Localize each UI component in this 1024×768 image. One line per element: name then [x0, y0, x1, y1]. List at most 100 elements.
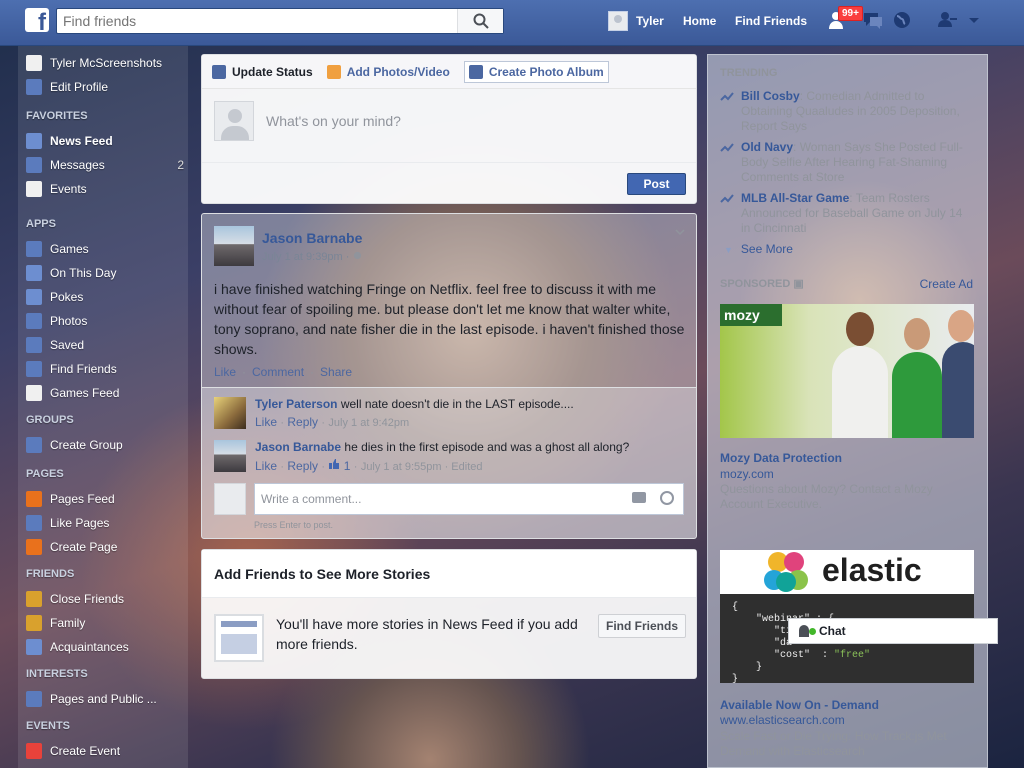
commenter-name[interactable]: Jason Barnabe: [255, 440, 341, 454]
sidebar-item-games-feed[interactable]: Games Feed: [26, 381, 184, 405]
trending-topic: Bill Cosby: [741, 89, 800, 103]
sidebar-item-profile[interactable]: Tyler McScreenshots: [26, 51, 184, 75]
sidebar-item-saved[interactable]: Saved: [26, 333, 184, 357]
sidebar-item-pages-and-public[interactable]: Pages and Public ...: [26, 687, 184, 711]
section-header-apps: APPS: [26, 218, 56, 230]
comment-input[interactable]: Write a comment...: [254, 483, 684, 515]
sidebar-item-create-page[interactable]: Create Page: [26, 535, 184, 559]
comment-link[interactable]: Comment: [252, 365, 304, 379]
trending-topic: MLB All-Star Game: [741, 191, 850, 205]
comment-reply-link[interactable]: Reply: [287, 459, 318, 473]
comment-like-count[interactable]: 1: [344, 459, 351, 473]
messages-icon: [864, 13, 882, 29]
separator: ·: [280, 461, 285, 473]
chevron-down-icon: ▼: [724, 245, 733, 255]
chat-label: Chat: [819, 624, 846, 638]
ad-image-elastic[interactable]: elastic { "webinar" : { "ti "da "cost" :…: [720, 550, 974, 683]
trending-item[interactable]: Bill Cosby: Comedian Admitted to Obtaini…: [720, 89, 975, 134]
ad-image-mozy[interactable]: mozy: [720, 304, 974, 438]
sidebar-item-pages-feed[interactable]: Pages Feed: [26, 487, 184, 511]
notifications-jewel[interactable]: [892, 10, 916, 32]
account-menu[interactable]: [966, 10, 990, 32]
separator: ·: [353, 461, 358, 473]
online-status-icon: [809, 628, 816, 635]
post-body: i have finished watching Fringe on Netfl…: [214, 281, 685, 357]
thumbs-up-icon: [26, 515, 42, 531]
ad-url[interactable]: mozy.com: [720, 467, 774, 481]
elastic-logo: elastic: [822, 552, 922, 588]
sidebar-item-close-friends[interactable]: Close Friends: [26, 587, 184, 611]
commenter-name[interactable]: Tyler Paterson: [255, 397, 337, 411]
mozy-logo: mozy: [720, 304, 782, 326]
sponsored-header: SPONSORED ▣: [720, 277, 804, 290]
trending-arrow-icon: [720, 194, 734, 203]
search-button[interactable]: [457, 9, 503, 33]
ad-url[interactable]: www.elasticsearch.com: [720, 713, 845, 727]
chat-tab[interactable]: Chat: [788, 618, 998, 644]
ad-title[interactable]: Mozy Data Protection: [720, 451, 842, 465]
sidebar-item-events[interactable]: Events: [26, 177, 184, 201]
facebook-logo[interactable]: f: [25, 8, 49, 32]
privacy-shortcuts[interactable]: [938, 10, 962, 32]
pencil-icon: [26, 79, 42, 95]
chevron-down-icon[interactable]: [674, 226, 686, 238]
comment-like-link[interactable]: Like: [255, 459, 277, 473]
sidebar-item-news-feed[interactable]: News Feed: [26, 129, 184, 153]
sidebar-item-label: Create Event: [50, 744, 121, 758]
trending-arrow-icon: [720, 92, 734, 101]
emoji-icon[interactable]: [660, 491, 674, 505]
find-friends-icon: [26, 361, 42, 377]
messages-jewel[interactable]: [862, 10, 886, 32]
sidebar-item-games[interactable]: Games: [26, 237, 184, 261]
comment-timestamp[interactable]: July 1 at 9:55pm · Edited: [361, 461, 483, 473]
ad-person: [892, 352, 942, 438]
comment-reply-link[interactable]: Reply: [287, 415, 318, 429]
feed-story: Jason Barnabe July 1 at 9:39pm · i have …: [201, 213, 697, 539]
friend-requests-jewel[interactable]: 99+: [828, 6, 863, 32]
see-more-link[interactable]: ▼ See More: [720, 242, 793, 256]
profile-link[interactable]: Tyler: [608, 0, 664, 42]
trending-item[interactable]: MLB All-Star Game: Team Rosters Announce…: [720, 191, 975, 236]
comment-timestamp[interactable]: July 1 at 9:42pm: [328, 417, 409, 429]
post-author[interactable]: Jason Barnabe: [262, 230, 362, 246]
like-link[interactable]: Like: [214, 365, 236, 379]
home-link[interactable]: Home: [683, 0, 716, 42]
sidebar-item-family[interactable]: Family: [26, 611, 184, 635]
person-icon: [799, 625, 809, 637]
sidebar-item-find-friends[interactable]: Find Friends: [26, 357, 184, 381]
sidebar-item-edit-profile[interactable]: Edit Profile: [26, 75, 184, 99]
right-column: TRENDING Bill Cosby: Comedian Admitted t…: [707, 54, 988, 768]
sidebar-item-create-group[interactable]: Create Group: [26, 433, 184, 457]
commenter-avatar[interactable]: [214, 397, 246, 429]
share-link[interactable]: Share: [320, 365, 352, 379]
sidebar-item-on-this-day[interactable]: On This Day: [26, 261, 184, 285]
find-friends-link[interactable]: Find Friends: [735, 0, 807, 42]
sidebar-item-create-event[interactable]: Create Event: [26, 739, 184, 763]
tab-create-photo-album[interactable]: Create Photo Album: [463, 60, 609, 83]
notification-badge: 99+: [838, 6, 863, 21]
sidebar-item-pokes[interactable]: Pokes: [26, 285, 184, 309]
commenter-avatar[interactable]: [214, 440, 246, 472]
comment-like-link[interactable]: Like: [255, 415, 277, 429]
sidebar-item-acquaintances[interactable]: Acquaintances: [26, 635, 184, 659]
comment-body: well nate doesn't die in the LAST episod…: [340, 397, 574, 411]
tab-add-photos[interactable]: Add Photos/Video: [326, 64, 450, 79]
ad-title[interactable]: Available Now On - Demand: [720, 698, 879, 712]
camera-icon[interactable]: [632, 492, 646, 503]
sidebar-item-like-pages[interactable]: Like Pages: [26, 511, 184, 535]
trending-item[interactable]: Old Navy: Woman Says She Posted Full-Bod…: [720, 140, 975, 185]
post-actions: Like · Comment · Share: [214, 365, 358, 379]
album-icon: [468, 64, 483, 79]
sidebar-item-messages[interactable]: Messages 2: [26, 153, 184, 177]
sidebar-item-photos[interactable]: Photos: [26, 309, 184, 333]
star-icon: [26, 591, 42, 607]
search-input[interactable]: [57, 9, 457, 33]
composer-input-area[interactable]: What's on your mind?: [202, 89, 696, 163]
post-timestamp[interactable]: July 1 at 9:39pm ·: [262, 251, 362, 263]
tab-update-status[interactable]: Update Status: [212, 64, 313, 79]
section-header-pages: PAGES: [26, 468, 64, 480]
post-button[interactable]: Post: [627, 173, 686, 195]
author-avatar[interactable]: [214, 226, 254, 266]
create-ad-link[interactable]: Create Ad: [920, 277, 973, 291]
find-friends-button[interactable]: Find Friends: [598, 614, 686, 638]
